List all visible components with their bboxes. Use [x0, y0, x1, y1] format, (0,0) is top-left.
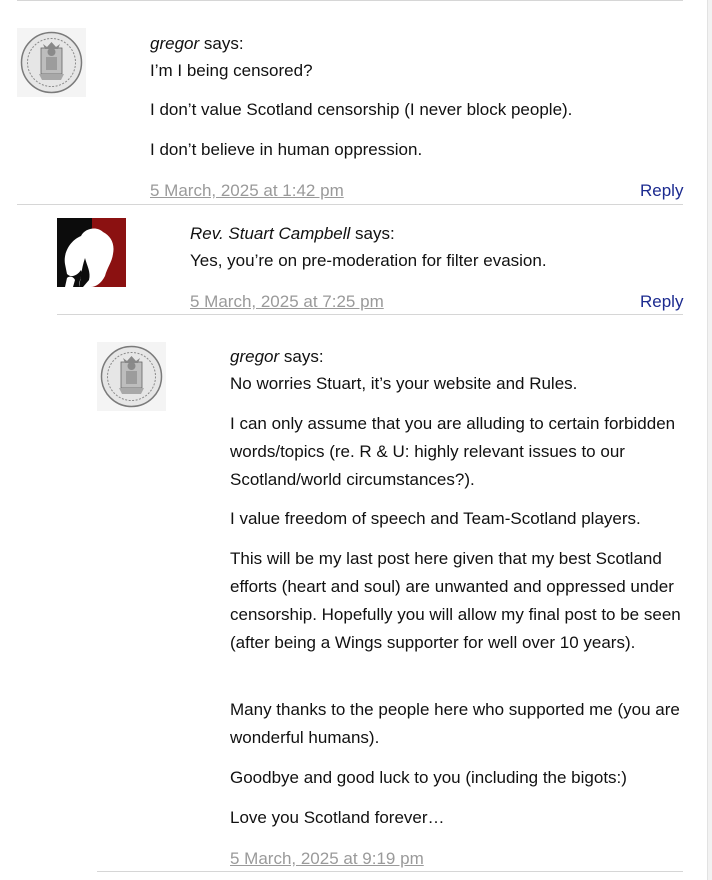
comment-author[interactable]: gregor	[150, 34, 199, 53]
comment-paragraph: Yes, you’re on pre-moderation for filter…	[190, 251, 547, 270]
reply-button[interactable]: Reply	[640, 292, 683, 312]
comment-date-link[interactable]: 5 March, 2025 at 9:19 pm	[230, 849, 424, 869]
says-label: says:	[203, 34, 244, 53]
comment-paragraph: I don’t value Scotland censorship (I nev…	[150, 100, 573, 119]
avatar	[97, 342, 166, 411]
avatar	[57, 218, 126, 287]
comment-date-link[interactable]: 5 March, 2025 at 7:25 pm	[190, 292, 384, 312]
comment-author-line: gregor says:	[230, 347, 324, 367]
comment-paragraph: Many thanks to the people here who suppo…	[230, 700, 680, 747]
royal-seal-icon	[97, 342, 166, 411]
comment-author[interactable]: gregor	[230, 347, 279, 366]
comment-divider	[97, 871, 683, 872]
comment-body: gregor says:	[150, 34, 690, 54]
comment-paragraph: This will be my last post here given tha…	[230, 549, 681, 652]
reply-button[interactable]: Reply	[640, 181, 683, 201]
royal-seal-icon	[17, 28, 86, 97]
comment-paragraph: I can only assume that you are alluding …	[230, 414, 676, 489]
top-divider	[17, 0, 683, 1]
comment-divider	[17, 204, 683, 205]
comment-author-line: Rev. Stuart Campbell says:	[190, 224, 395, 244]
comment-paragraph: Love you Scotland forever…	[230, 808, 445, 827]
comment-paragraph: Goodbye and good luck to you (including …	[230, 768, 627, 787]
comment-paragraph: I’m I being censored?	[150, 61, 313, 80]
avatar	[17, 28, 86, 97]
comment-date-link[interactable]: 5 March, 2025 at 1:42 pm	[150, 181, 344, 201]
comment-divider	[57, 314, 683, 315]
says-label: says:	[283, 347, 324, 366]
comment-author-line: gregor says:	[150, 34, 690, 54]
scrollbar-track[interactable]	[707, 0, 712, 880]
silhouette-figure-icon	[57, 218, 126, 287]
comment-author[interactable]: Rev. Stuart Campbell	[190, 224, 350, 243]
comment-paragraph: No worries Stuart, it’s your website and…	[230, 374, 578, 393]
says-label: says:	[355, 224, 395, 243]
comment-paragraph: I don’t believe in human oppression.	[150, 140, 423, 159]
comment-paragraph: I value freedom of speech and Team-Scotl…	[230, 509, 641, 528]
